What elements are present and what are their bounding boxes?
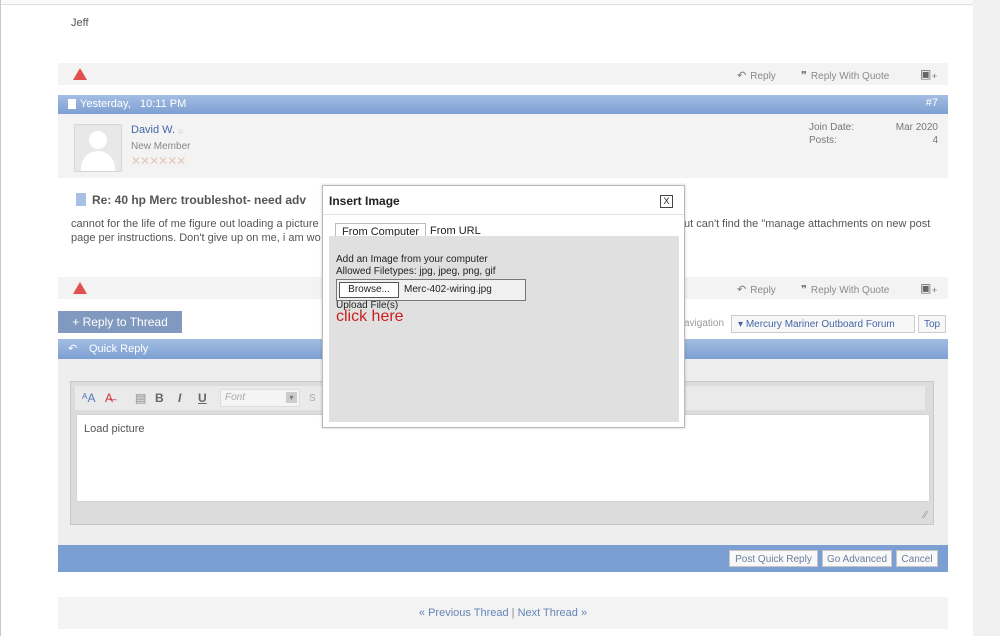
underline-button[interactable]: U <box>198 391 207 405</box>
offline-status-icon: ○ <box>178 126 184 136</box>
reply-with-quote-link[interactable]: ❞ Reply With Quote <box>801 283 889 296</box>
post-date: Yesterday, <box>80 98 131 110</box>
left-border <box>0 0 1 636</box>
reply-arrow-icon: ↶ <box>737 284 747 296</box>
post-userinfo: David W. ○ New Member ✕✕✕✕✕✕ Join Date: … <box>58 114 948 178</box>
post-title: Re: 40 hp Merc troubleshot- need adv <box>92 193 307 207</box>
reply-link[interactable]: ↶ Reply <box>737 69 776 82</box>
browse-button[interactable]: Browse... <box>339 282 399 298</box>
post-quick-reply-button[interactable]: Post Quick Reply <box>729 550 818 567</box>
selected-filename: Merc-402-wiring.jpg <box>404 284 492 295</box>
chevron-down-icon: ▾ <box>738 319 746 330</box>
avatar[interactable] <box>74 124 122 172</box>
multiquote-icon[interactable]: ▣₊ <box>920 67 938 81</box>
reputation-icon: ✕✕✕✕✕✕ <box>131 154 186 168</box>
reply-link[interactable]: ↶ Reply <box>737 283 776 296</box>
quote-bubble-icon: ❞ <box>801 70 807 82</box>
post-document-icon <box>68 99 76 109</box>
scrollbar-track[interactable] <box>973 0 1000 636</box>
top-edge <box>0 0 1000 5</box>
remove-format-icon[interactable]: A̶ <box>105 391 113 405</box>
size-select[interactable]: S <box>309 393 316 404</box>
posts-count: 4 <box>932 135 938 146</box>
reply-to-thread-button[interactable]: + Reply to Thread <box>58 311 182 333</box>
font-size-icon[interactable]: ᴬA <box>82 391 95 405</box>
next-thread-link[interactable]: Next Thread » <box>518 607 588 619</box>
forum-jump-select[interactable]: ▾ Mercury Mariner Outboard Forum <box>731 315 915 333</box>
click-here-annotation: click here <box>336 308 404 325</box>
upload-instructions: Add an Image from your computer <box>336 254 488 265</box>
join-date-value: Mar 2020 <box>895 122 938 133</box>
quick-reply-footer: Post Quick Reply Go Advanced Cancel <box>58 545 948 572</box>
reply-arrow-icon: ↶ <box>737 70 747 82</box>
upload-panel: Add an Image from your computer Allowed … <box>329 236 679 422</box>
italic-button[interactable]: I <box>178 391 181 405</box>
top-button[interactable]: Top <box>918 315 946 333</box>
username-link[interactable]: David W. <box>131 124 175 136</box>
posts-label: Posts: <box>809 135 837 146</box>
signoff-text: Jeff <box>71 17 89 29</box>
paste-icon[interactable]: ▤ <box>135 391 146 405</box>
go-advanced-button[interactable]: Go Advanced <box>822 550 892 567</box>
previous-thread-link[interactable]: « Previous Thread <box>419 607 509 619</box>
post-header: Yesterday, 10:11 PM #7 <box>58 95 948 114</box>
font-select[interactable]: Font ▾ <box>220 389 300 407</box>
quick-reply-title: Quick Reply <box>89 343 149 355</box>
reply-with-quote-link[interactable]: ❞ Reply With Quote <box>801 69 889 82</box>
file-input[interactable]: Browse... Merc-402-wiring.jpg <box>336 279 526 301</box>
previous-post-body: Jeff <box>58 8 948 63</box>
report-warning-icon[interactable] <box>73 68 87 80</box>
previous-post-actions: ↶ Reply ❞ Reply With Quote ▣₊ <box>58 63 948 85</box>
report-warning-icon[interactable] <box>73 282 87 294</box>
post-time: 10:11 PM <box>140 98 187 110</box>
multiquote-icon[interactable]: ▣₊ <box>920 281 938 295</box>
resize-handle-icon[interactable]: ⁄⁄ <box>924 510 927 521</box>
document-icon <box>76 193 86 206</box>
dialog-title: Insert Image <box>329 194 400 208</box>
allowed-filetypes: Allowed Filetypes: jpg, jpeg, png, gif <box>336 266 496 277</box>
insert-image-dialog: Insert Image X From Computer From URL Ad… <box>322 185 685 428</box>
thread-navigation: « Previous Thread | Next Thread » <box>58 597 948 629</box>
post-number-link[interactable]: #7 <box>926 97 938 109</box>
navigation-label: avigation <box>684 318 725 329</box>
quote-bubble-icon: ❞ <box>801 284 807 296</box>
user-title: New Member <box>131 141 191 152</box>
bold-button[interactable]: B <box>155 391 164 405</box>
cancel-button[interactable]: Cancel <box>896 550 938 567</box>
chevron-down-icon: ▾ <box>286 392 297 403</box>
join-date-label: Join Date: <box>809 122 855 133</box>
collapse-icon[interactable]: ↶ <box>68 342 77 355</box>
divider <box>323 214 684 215</box>
close-button[interactable]: X <box>660 195 673 208</box>
